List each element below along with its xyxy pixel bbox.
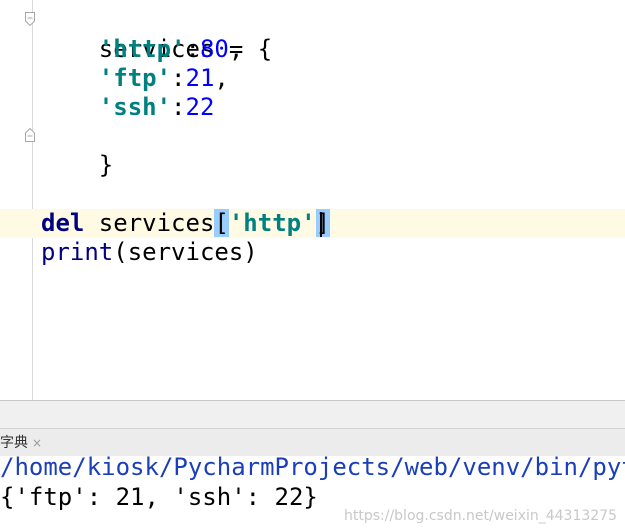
panel-divider[interactable] bbox=[0, 400, 625, 429]
code-line-6[interactable]: del services['http'] bbox=[41, 209, 331, 238]
code-editor[interactable]: services = { 'http':80, 'ftp':21, 'ssh':… bbox=[0, 0, 625, 400]
code-line-4[interactable]: 'ssh':22 bbox=[41, 93, 215, 122]
text-cursor bbox=[320, 212, 322, 237]
fold-open-icon[interactable] bbox=[25, 12, 35, 26]
console-interpreter-path: /home/kiosk/PycharmProjects/web/venv/bin… bbox=[0, 453, 625, 481]
code-line-2[interactable]: 'http':80, bbox=[41, 35, 244, 64]
code-line-3[interactable]: 'ftp':21, bbox=[41, 64, 229, 93]
editor-gutter bbox=[0, 0, 35, 400]
run-tab[interactable]: 字典 × bbox=[0, 432, 42, 454]
code-line-5[interactable]: } bbox=[41, 122, 113, 209]
fold-close-icon[interactable] bbox=[25, 128, 35, 142]
run-tab-label: 字典 bbox=[0, 435, 28, 451]
close-icon[interactable]: × bbox=[32, 436, 42, 450]
console-output: {'ftp': 21, 'ssh': 22} bbox=[0, 483, 318, 511]
watermark: https://blog.csdn.net/weixin_44313275 bbox=[343, 508, 617, 524]
code-line-7[interactable]: print(services) bbox=[41, 238, 258, 267]
